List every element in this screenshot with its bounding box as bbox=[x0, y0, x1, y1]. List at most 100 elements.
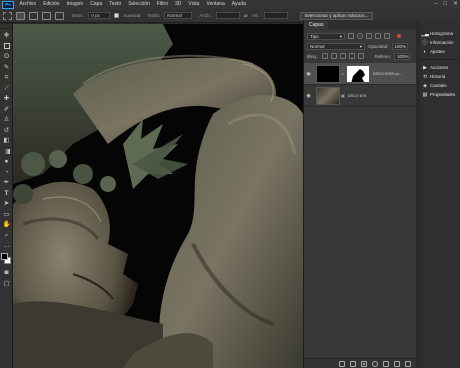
dock-grip[interactable] bbox=[420, 20, 460, 29]
quick-mask-icon[interactable]: ◙ bbox=[2, 268, 11, 277]
eraser-icon[interactable]: ◧ bbox=[2, 136, 11, 145]
crop-icon[interactable]: ⌗ bbox=[2, 73, 11, 82]
history-icon: ⟲ bbox=[422, 73, 428, 80]
filter-smart-object-icon[interactable] bbox=[384, 33, 390, 39]
link-layers-icon[interactable] bbox=[339, 360, 345, 367]
swap-icon[interactable]: ⇄ bbox=[244, 13, 248, 19]
lasso-icon[interactable]: ʘ bbox=[2, 52, 11, 61]
intersect-selection-icon[interactable] bbox=[55, 11, 64, 20]
dock-acciones[interactable]: ▶ Acciones bbox=[420, 63, 460, 72]
close-button[interactable]: ✕ bbox=[453, 0, 458, 9]
filter-pixel-icon[interactable] bbox=[348, 33, 354, 39]
layer-name[interactable]: DSC0 678 bbox=[348, 93, 366, 98]
stamp-icon[interactable]: ♙ bbox=[2, 115, 11, 124]
filter-type-icon[interactable] bbox=[366, 33, 372, 39]
dock-propiedades[interactable]: ▤ Propiedades bbox=[420, 90, 460, 99]
eyedropper-icon[interactable]: ⟋ bbox=[2, 84, 11, 93]
chevron-down-icon: ▾ bbox=[339, 33, 342, 39]
layer-mask-thumbnail[interactable] bbox=[346, 64, 370, 83]
minimize-button[interactable]: – bbox=[434, 0, 437, 9]
layer-name[interactable]: DSC0 6785 co... bbox=[373, 71, 402, 76]
new-selection-icon[interactable] bbox=[16, 11, 25, 20]
layer-row-1[interactable]: ◉ ∞ DSC0 6785 co... bbox=[304, 63, 417, 85]
feather-input[interactable]: 0 px bbox=[88, 12, 111, 19]
quick-select-icon[interactable]: ✎ bbox=[2, 63, 11, 72]
add-selection-icon[interactable] bbox=[29, 11, 38, 20]
menu-ventana[interactable]: Ventana bbox=[203, 0, 228, 9]
dock-separator bbox=[420, 56, 460, 60]
brush-icon[interactable]: ✐ bbox=[2, 105, 11, 114]
eye-icon[interactable]: ◉ bbox=[304, 71, 313, 77]
chain-link-icon[interactable]: ∞ bbox=[341, 71, 345, 76]
group-folder-icon[interactable] bbox=[383, 360, 389, 367]
marquee-tool-icon[interactable] bbox=[3, 11, 12, 20]
blur-icon[interactable]: ● bbox=[2, 157, 11, 166]
dock-label: Información bbox=[430, 40, 454, 45]
maximize-button[interactable]: □ bbox=[443, 0, 447, 9]
mask-shape bbox=[351, 68, 365, 82]
fill-input[interactable]: 100% bbox=[394, 52, 411, 60]
dock-informacion[interactable]: ⓘ Información bbox=[420, 38, 460, 47]
eye-icon[interactable]: ◉ bbox=[304, 93, 313, 99]
shape-icon[interactable]: ▭ bbox=[2, 210, 11, 219]
move-icon[interactable]: ✥ bbox=[2, 31, 11, 40]
tab-capas[interactable]: Capas bbox=[304, 21, 329, 29]
photoshop-logo: Ps bbox=[2, 0, 14, 9]
filter-toggle-icon[interactable] bbox=[397, 34, 401, 38]
dock-ajustes[interactable]: ◐ Ajustes bbox=[420, 47, 460, 56]
lock-artboard-icon[interactable] bbox=[348, 53, 355, 59]
layer-filter-select[interactable]: Tipo ▾ bbox=[307, 32, 345, 40]
select-and-mask-button[interactable]: Seleccionar y aplicar máscara... bbox=[299, 11, 374, 20]
adjustment-layer-icon[interactable] bbox=[372, 360, 378, 367]
lock-image-icon[interactable] bbox=[330, 53, 337, 59]
filter-shape-icon[interactable] bbox=[375, 33, 381, 39]
screen-mode-icon[interactable]: ▢ bbox=[2, 279, 11, 288]
new-layer-icon[interactable] bbox=[394, 360, 400, 367]
filter-adjustment-icon[interactable] bbox=[357, 33, 363, 39]
toolbar-grip[interactable] bbox=[0, 24, 12, 29]
menu-edicion[interactable]: Edición bbox=[40, 0, 63, 9]
opacity-input[interactable]: 100% bbox=[391, 42, 408, 50]
menu-ayuda[interactable]: Ayuda bbox=[228, 0, 249, 9]
trash-icon[interactable] bbox=[405, 360, 411, 367]
hand-icon[interactable]: ✋ bbox=[2, 220, 11, 229]
lock-position-icon[interactable] bbox=[339, 53, 346, 59]
dodge-icon[interactable]: ◔ bbox=[2, 168, 11, 177]
marquee-icon[interactable] bbox=[2, 42, 11, 51]
width-input[interactable] bbox=[215, 12, 240, 19]
pen-icon[interactable]: ✒ bbox=[2, 178, 11, 187]
foreground-color-swatch[interactable] bbox=[1, 253, 8, 260]
style-select[interactable]: Normal bbox=[164, 12, 193, 19]
menu-vista[interactable]: Vista bbox=[185, 0, 203, 9]
menu-filtro[interactable]: Filtro bbox=[153, 0, 171, 9]
lock-all-icon[interactable] bbox=[357, 53, 364, 59]
menu-capa[interactable]: Capa bbox=[87, 0, 106, 9]
lock-transparent-icon[interactable] bbox=[321, 53, 328, 59]
antialias-checkbox[interactable] bbox=[114, 13, 120, 18]
gradient-icon[interactable] bbox=[2, 147, 11, 156]
layer-thumbnail bbox=[316, 86, 340, 105]
zoom-icon[interactable]: ⌕ bbox=[2, 231, 11, 240]
document-canvas[interactable] bbox=[13, 24, 303, 368]
more-icon[interactable]: … bbox=[2, 241, 11, 250]
menu-imagen[interactable]: Imagen bbox=[63, 0, 87, 9]
layer-row-2[interactable]: ◉ ▣ DSC0 678 bbox=[304, 85, 417, 107]
dock-histograma[interactable]: ▁▃ Histograma bbox=[420, 29, 460, 38]
height-input[interactable] bbox=[263, 12, 288, 19]
add-mask-icon[interactable] bbox=[361, 360, 367, 367]
dock-canales[interactable]: ◈ Canales bbox=[420, 81, 460, 90]
dock-historia[interactable]: ⟲ Historia bbox=[420, 72, 460, 81]
menu-texto[interactable]: Texto bbox=[106, 0, 125, 9]
chevron-down-icon: ▾ bbox=[359, 43, 362, 49]
blend-mode-select[interactable]: Normal ▾ bbox=[307, 42, 365, 50]
layer-style-icon[interactable] bbox=[350, 360, 356, 367]
layers-panel: Capas Tipo ▾ Normal ▾ Opacidad: 100% Blo… bbox=[303, 20, 417, 368]
menu-3d[interactable]: 3D bbox=[172, 0, 185, 9]
healing-icon[interactable]: ✚ bbox=[2, 94, 11, 103]
history-brush-icon[interactable]: ↺ bbox=[2, 126, 11, 135]
subtract-selection-icon[interactable] bbox=[42, 11, 51, 20]
type-icon[interactable]: T bbox=[2, 189, 11, 198]
menu-archivo[interactable]: Archivo bbox=[16, 0, 40, 9]
path-select-icon[interactable]: ➤ bbox=[2, 199, 11, 208]
menu-seleccion[interactable]: Selección bbox=[125, 0, 154, 9]
